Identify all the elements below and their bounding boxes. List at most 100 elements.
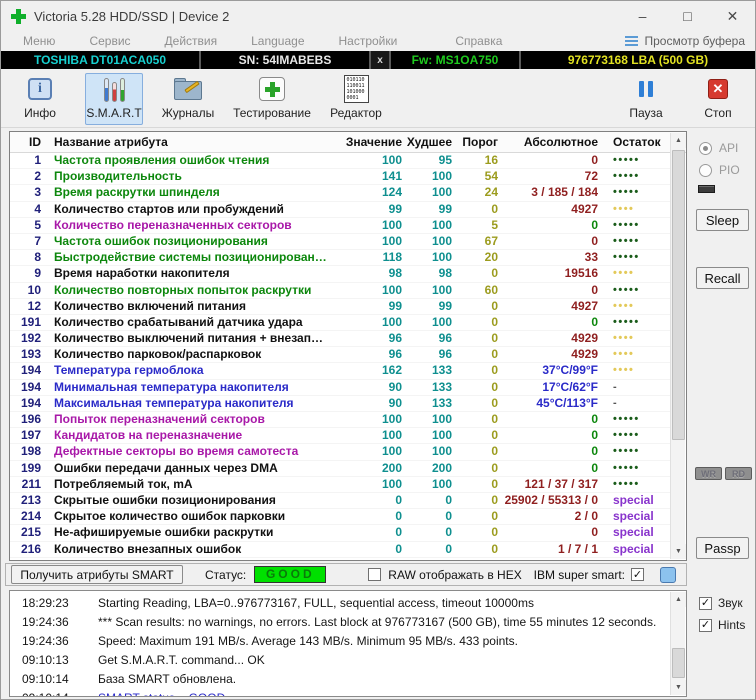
log-entry: 19:24:36 *** Scan results: no warnings, n…	[10, 613, 670, 632]
ibm-super-smart-checkbox[interactable]	[631, 568, 644, 581]
log-timestamp: 19:24:36	[22, 634, 69, 648]
pio-radio-icon[interactable]	[699, 163, 712, 177]
attr-threshold: 5	[491, 217, 498, 232]
log-scroll-up-icon[interactable]: ▲	[671, 592, 686, 607]
recall-button[interactable]: Recall	[696, 267, 749, 289]
attr-threshold: 0	[491, 347, 498, 362]
table-row[interactable]: 193 Количество парковок/распарковок 96 96 0 4…	[10, 347, 671, 364]
header-threshold[interactable]: Порог	[454, 135, 500, 149]
attr-worst: 100	[431, 233, 452, 248]
sound-checkbox[interactable]	[699, 596, 712, 610]
header-id[interactable]: ID	[10, 135, 46, 149]
attr-threshold: 0	[491, 509, 498, 524]
table-row[interactable]: 2 Производительность 141 100 54 72 •••••	[10, 169, 671, 186]
table-row[interactable]: 196 Попыток переназначений секторов 100 100…	[10, 412, 671, 429]
menu-item-help[interactable]: Справка	[455, 34, 502, 48]
get-smart-attributes-button[interactable]: Получить атрибуты SMART	[11, 565, 183, 584]
table-row[interactable]: 5 Количество переназначенных секторов 100 1…	[10, 218, 671, 234]
table-row[interactable]: 215 Не-афишируемые ошибки раскрутки 0 0 0 0 sp…	[10, 525, 671, 542]
table-row[interactable]: 1 Частота проявления ошибок чтения 100 95 16…	[10, 153, 671, 170]
log-scrollbar[interactable]: ▲ ▼	[670, 592, 686, 695]
attr-id: 194	[20, 379, 41, 394]
stop-button[interactable]: ✕ Стоп	[689, 73, 747, 125]
passp-button[interactable]: Passp	[696, 537, 749, 559]
menu-item-settings[interactable]: Настройки	[339, 34, 398, 48]
pause-button[interactable]: Пауза	[617, 73, 675, 125]
table-row[interactable]: 211 Потребляемый ток, mA 100 100 0 121 / 37 /…	[10, 477, 671, 493]
log-scroll-down-icon[interactable]: ▼	[671, 680, 686, 695]
api-radio-row[interactable]: API	[699, 141, 738, 155]
log-message: Speed: Maximum 191 MB/s. Average 143 MB/…	[98, 634, 518, 648]
attr-id: 192	[20, 331, 41, 346]
wr-button[interactable]: WR	[695, 467, 722, 480]
attr-worst: 133	[431, 395, 452, 410]
attr-health: ••••	[613, 299, 635, 312]
attr-health: •••••	[613, 234, 640, 247]
status-badge: GOOD	[254, 566, 327, 583]
rd-button[interactable]: RD	[725, 467, 752, 480]
table-header: ID Название атрибута Значение Худшее Пор…	[10, 132, 686, 153]
api-radio-icon[interactable]	[699, 141, 712, 155]
attr-health: •••••	[613, 218, 640, 231]
editor-button[interactable]: 010110 110011 101000 0001 Редактор	[327, 73, 385, 125]
pause-icon	[639, 81, 653, 97]
header-value[interactable]: Значение	[338, 135, 404, 149]
table-row[interactable]: 216 Количество внезапных ошибок 0 0 0 1 / 7 /…	[10, 542, 671, 558]
table-row[interactable]: 194 Минимальная температура накопителя 90 1…	[10, 380, 671, 396]
table-row[interactable]: 198 Дефектные секторы во время самотеста 1…	[10, 444, 671, 461]
buffer-view-button[interactable]: Просмотр буфера	[625, 34, 745, 48]
menu-item-menu[interactable]: Меню	[23, 34, 55, 48]
table-row[interactable]: 213 Скрытые ошибки позиционирования 0 0 0 259…	[10, 493, 671, 510]
attr-value: 100	[381, 412, 402, 426]
table-row[interactable]: 194 Температура гермоблока 162 133 0 37°C/99°…	[10, 363, 671, 380]
menu-item-actions[interactable]: Действия	[165, 34, 218, 48]
table-body: 1 Частота проявления ошибок чтения 100 95 16…	[10, 153, 671, 560]
header-worst[interactable]: Худшее	[404, 135, 454, 149]
scroll-up-icon[interactable]: ▲	[671, 133, 686, 148]
minimize-button[interactable]: –	[620, 1, 665, 31]
info-button[interactable]: i Инфо	[11, 73, 69, 125]
table-row[interactable]: 12 Количество включений питания 99 99 0 4927 •…	[10, 299, 671, 315]
raw-hex-checkbox[interactable]	[368, 568, 382, 581]
smart-button[interactable]: S.M.A.R.T	[85, 73, 143, 125]
attr-health: ••••	[613, 364, 635, 377]
attr-threshold: 60	[484, 282, 498, 297]
hints-checkbox[interactable]	[699, 618, 712, 632]
pio-radio-row[interactable]: PIO	[699, 163, 740, 177]
table-row[interactable]: 197 Кандидатов на переназначение 100 100 0 0 •…	[10, 428, 671, 445]
table-row[interactable]: 3 Время раскрутки шпинделя 124 100 24 3 / 185…	[10, 185, 671, 202]
menu-item-language[interactable]: Language	[251, 34, 304, 48]
close-button[interactable]: ✕	[710, 1, 755, 31]
scroll-down-icon[interactable]: ▼	[671, 544, 686, 559]
hints-checkbox-row[interactable]: Hints	[699, 618, 745, 632]
menu-item-service[interactable]: Сервис	[89, 34, 130, 48]
table-scrollbar[interactable]: ▲ ▼	[670, 133, 686, 559]
binary-document-icon: 010110 110011 101000 0001	[343, 75, 369, 103]
table-row[interactable]: 192 Количество выключений питания + внеза…	[10, 331, 671, 348]
table-row[interactable]: 7 Частота ошибок позиционирования 100 100 67…	[10, 233, 671, 251]
header-absolute[interactable]: Абсолютное	[500, 135, 600, 149]
log-scrollbar-thumb[interactable]	[672, 648, 685, 678]
sound-checkbox-row[interactable]: Звук	[699, 596, 743, 610]
sleep-button[interactable]: Sleep	[696, 209, 749, 231]
attr-id: 9	[34, 266, 41, 281]
log-lines: 18:29:23 Starting Reading, LBA=0..9767731…	[10, 594, 670, 696]
attr-value: 90	[388, 379, 402, 394]
testing-button[interactable]: Тестирование	[231, 73, 313, 125]
table-row[interactable]: 10 Количество повторных попыток раскрутки…	[10, 283, 671, 299]
table-row[interactable]: 199 Ошибки передачи данных через DMA 200 20…	[10, 461, 671, 477]
table-row[interactable]: 4 Количество стартов или пробуждений 99 99 0…	[10, 202, 671, 218]
attr-threshold: 24	[484, 185, 498, 200]
table-row[interactable]: 9 Время наработки накопителя 98 98 0 19516 •••…	[10, 266, 671, 283]
header-name[interactable]: Название атрибута	[46, 135, 338, 149]
table-row[interactable]: 8 Быстродействие системы позиционирован… 1…	[10, 250, 671, 267]
table-row[interactable]: 194 Максимальная температура накопителя 90…	[10, 396, 671, 412]
journals-button[interactable]: Журналы	[159, 73, 217, 125]
table-row[interactable]: 214 Скрытое количество ошибок парковки 0 0 0…	[10, 509, 671, 526]
attr-threshold: 0	[491, 363, 498, 378]
table-row[interactable]: 191 Количество срабатываний датчика удара…	[10, 315, 671, 332]
ibm-indicator-button[interactable]	[660, 566, 676, 583]
table-scrollbar-thumb[interactable]	[672, 150, 685, 440]
maximize-button[interactable]: □	[665, 1, 710, 31]
attr-absolute: 17°C/62°F	[542, 379, 598, 394]
